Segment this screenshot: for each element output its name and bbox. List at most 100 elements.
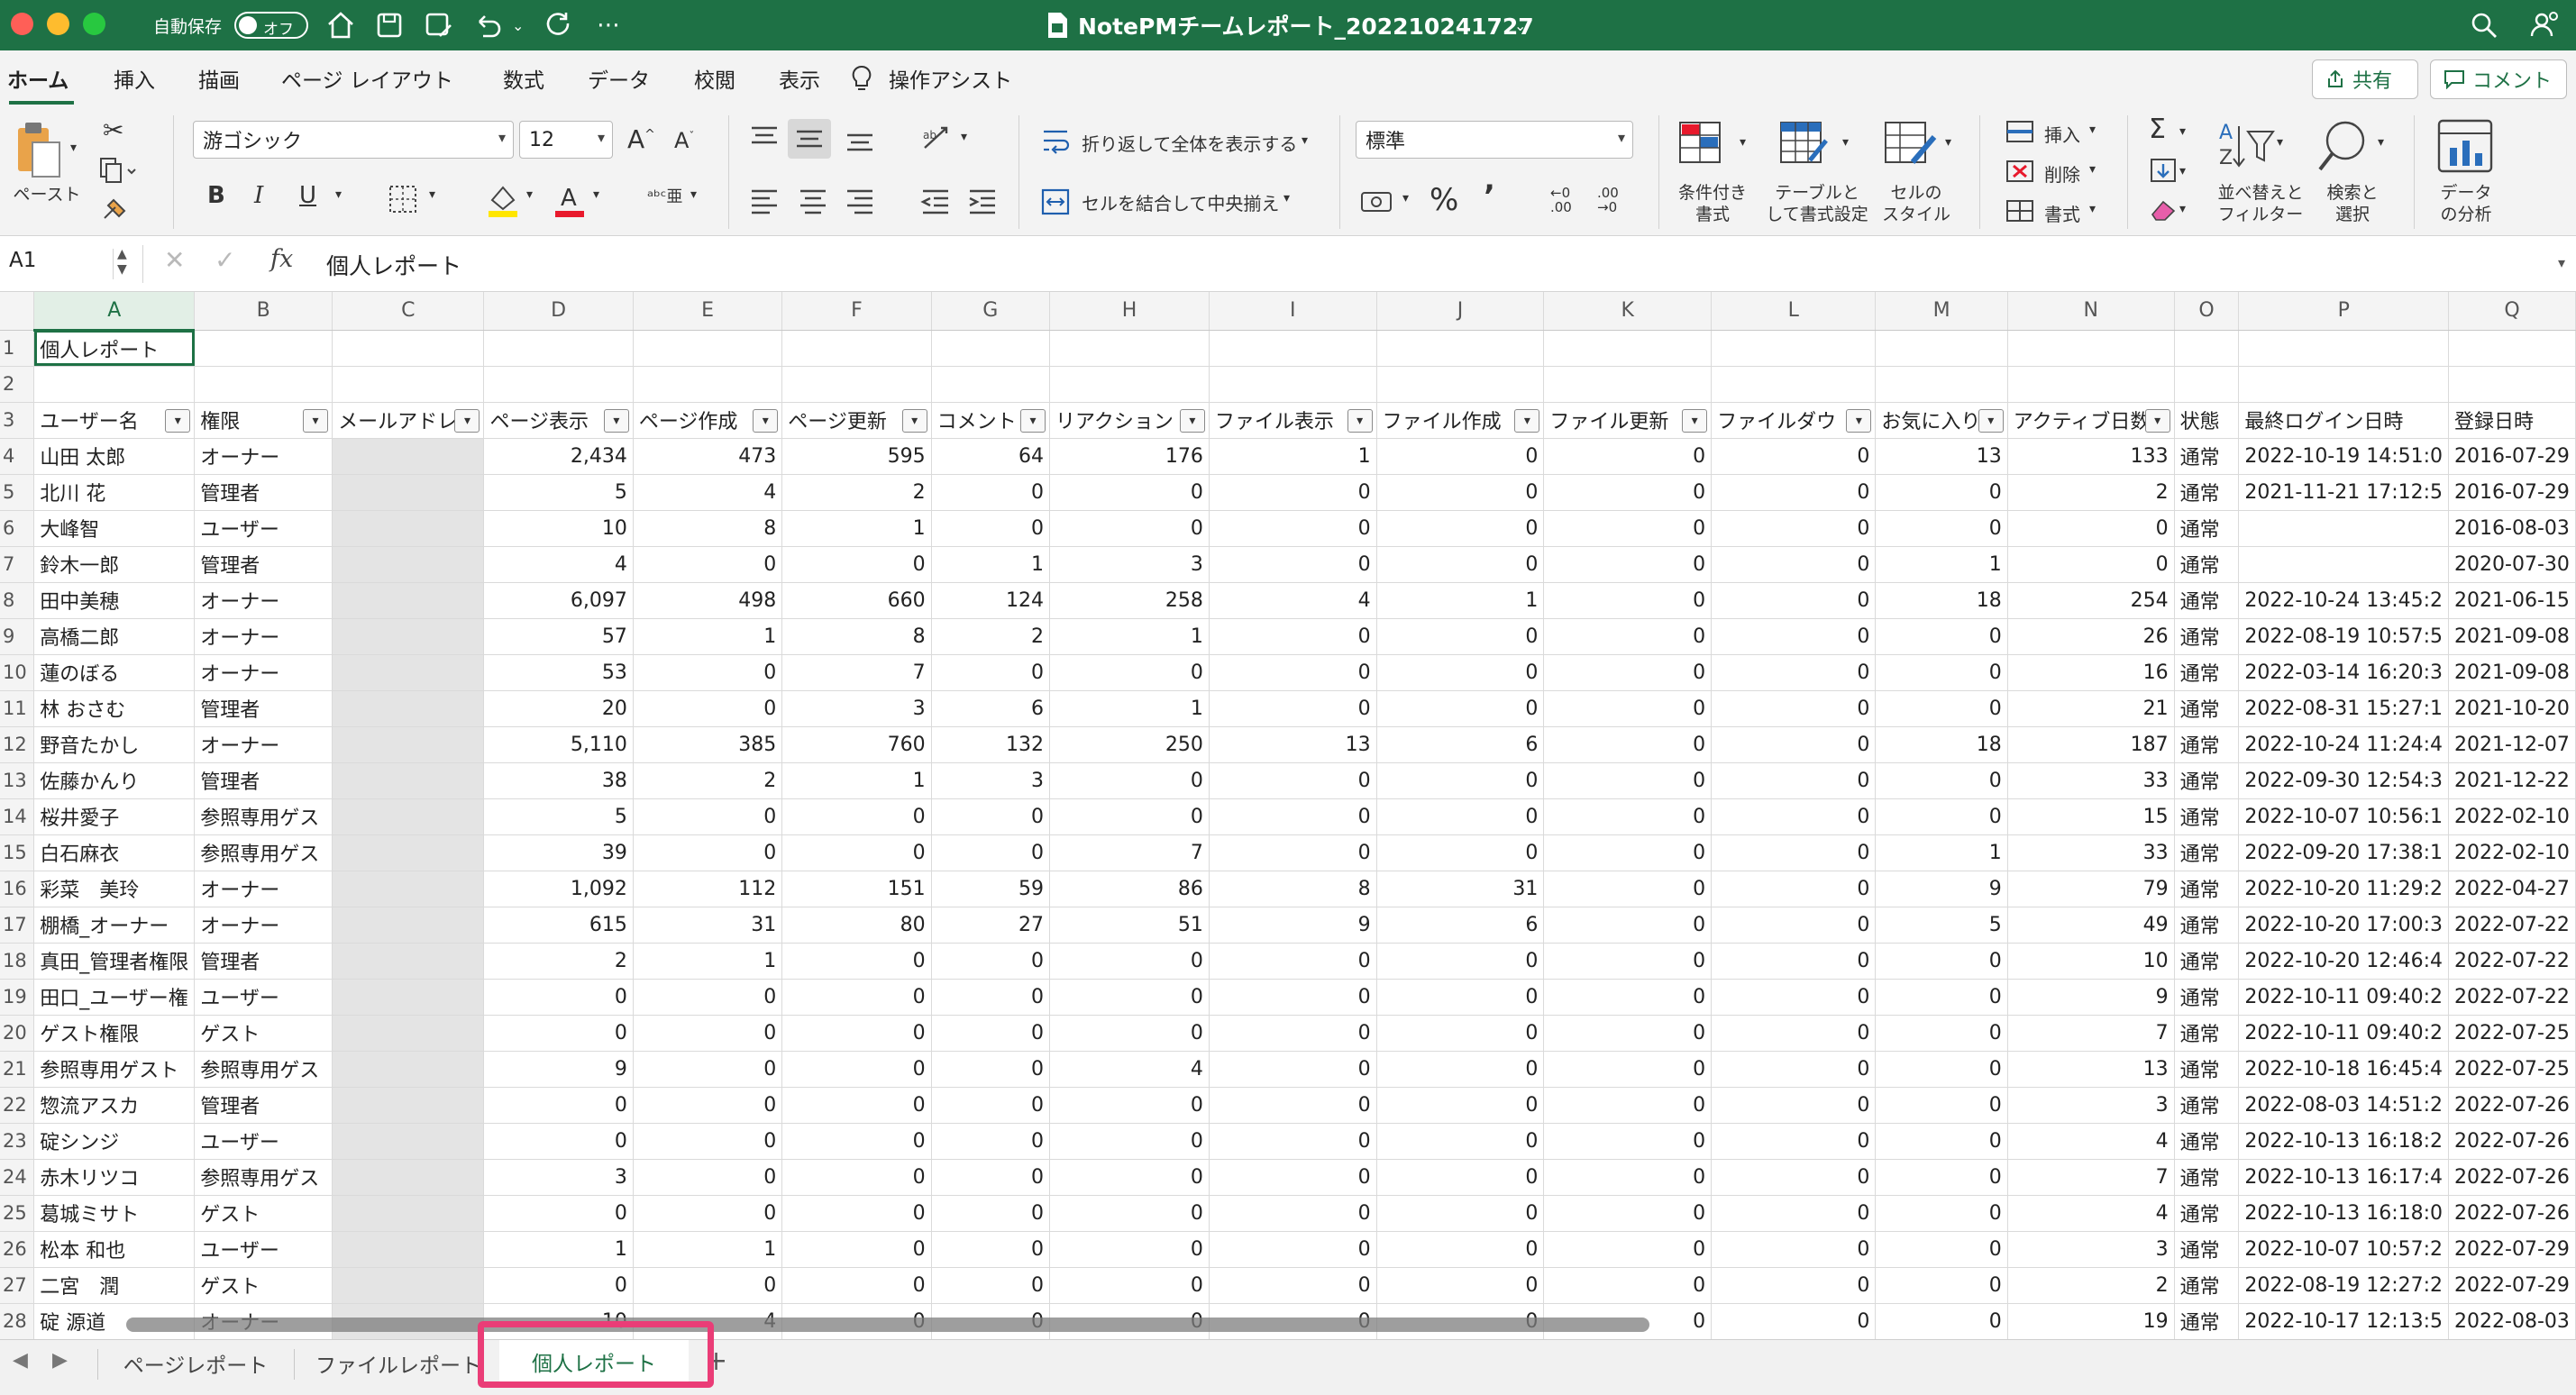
autosum-icon[interactable]: Σ — [2149, 114, 2166, 145]
cell[interactable] — [332, 330, 485, 367]
cell[interactable]: 通常 — [2174, 834, 2240, 871]
cell[interactable]: 0 — [1209, 654, 1377, 691]
conditional-formatting-label[interactable]: 条件付き 書式 — [1667, 182, 1758, 225]
cell[interactable]: 通常 — [2174, 762, 2240, 799]
sort-filter-dropdown-icon[interactable]: ▾ — [2277, 135, 2283, 150]
cell[interactable]: 0 — [1209, 546, 1377, 583]
cell[interactable]: 0 — [1376, 438, 1545, 475]
cell[interactable]: 0 — [1711, 943, 1877, 980]
cell[interactable]: 2,434 — [483, 438, 634, 475]
cell[interactable]: オーナー — [194, 871, 333, 907]
cell[interactable]: オーナー — [194, 438, 333, 475]
cell[interactable]: 0 — [633, 1015, 783, 1052]
email-cell-redacted[interactable] — [332, 438, 485, 475]
cell[interactable]: 0 — [1543, 979, 1713, 1016]
email-cell-redacted[interactable] — [332, 762, 485, 799]
orientation-dropdown-icon[interactable]: ▾ — [961, 130, 967, 144]
row-header[interactable]: 20 — [0, 1015, 35, 1052]
italic-button[interactable]: I — [254, 182, 263, 209]
filter-dropdown-icon[interactable]: ▾ — [454, 408, 480, 433]
cell[interactable]: 通常 — [2174, 438, 2240, 475]
cell[interactable]: 0 — [931, 1159, 1051, 1196]
cell[interactable]: 2022-09-30 12:54:3 — [2238, 762, 2450, 799]
cell[interactable] — [1711, 330, 1877, 367]
cell[interactable]: 0 — [483, 979, 634, 1016]
paste-icon[interactable] — [13, 119, 67, 182]
cell[interactable]: 2022-10-24 11:24:4 — [2238, 726, 2450, 763]
cell[interactable]: 0 — [1376, 510, 1545, 547]
cell[interactable]: 二宮 潤 — [33, 1267, 196, 1304]
cell[interactable]: 2021-09-08 — [2448, 654, 2576, 691]
cell[interactable]: 0 — [1376, 1087, 1545, 1124]
email-cell-redacted[interactable] — [332, 582, 485, 619]
cell[interactable]: 80 — [781, 907, 932, 944]
cell[interactable]: 0 — [1711, 907, 1877, 944]
cell[interactable]: 2022-08-19 12:27:2 — [2238, 1267, 2450, 1304]
increase-indent-icon[interactable] — [966, 186, 999, 218]
email-cell-redacted[interactable] — [332, 1015, 485, 1052]
merge-center-button[interactable]: セルを結合して中央揃え — [1082, 189, 1279, 215]
cell[interactable]: 北川 花 — [33, 474, 196, 511]
cell[interactable]: 0 — [1711, 1159, 1877, 1196]
tell-me-assist[interactable]: 操作アシスト — [889, 63, 1012, 94]
cell[interactable]: 1 — [781, 510, 932, 547]
email-cell-redacted[interactable] — [332, 1231, 485, 1268]
increase-decimal-icon[interactable]: ←0.00 — [1550, 186, 1572, 214]
cell[interactable]: 5,110 — [483, 726, 634, 763]
email-cell-redacted[interactable] — [332, 1267, 485, 1304]
delete-cells-button[interactable]: 削除 — [2044, 160, 2080, 187]
cell[interactable]: 野音たかし — [33, 726, 196, 763]
cell[interactable]: 2022-03-14 16:20:3 — [2238, 654, 2450, 691]
cell[interactable]: 1 — [931, 546, 1051, 583]
cell[interactable] — [931, 330, 1051, 367]
cell[interactable]: 0 — [1875, 510, 2008, 547]
cell[interactable]: 2022-10-11 09:40:2 — [2238, 979, 2450, 1016]
format-cells-icon[interactable] — [2005, 198, 2035, 223]
close-window-button[interactable] — [11, 13, 33, 35]
cell[interactable]: 3 — [931, 762, 1051, 799]
format-as-table-icon[interactable] — [1777, 119, 1832, 169]
email-cell-redacted[interactable] — [332, 474, 485, 511]
cell[interactable]: 通常 — [2174, 546, 2240, 583]
cell[interactable] — [332, 366, 485, 403]
cell[interactable]: 0 — [1875, 1231, 2008, 1268]
filter-dropdown-icon[interactable]: ▾ — [753, 408, 779, 433]
cell[interactable]: 4 — [633, 474, 783, 511]
cell[interactable]: 2022-08-31 15:27:1 — [2238, 690, 2450, 727]
cell[interactable] — [1875, 330, 2008, 367]
row-header[interactable]: 4 — [0, 438, 35, 475]
cell[interactable]: 0 — [1209, 798, 1377, 835]
cell[interactable]: 2022-10-20 17:00:3 — [2238, 907, 2450, 944]
find-select-icon[interactable] — [2315, 117, 2374, 177]
cell[interactable]: 佐藤かんり — [33, 762, 196, 799]
cell[interactable]: 0 — [1711, 510, 1877, 547]
cell[interactable]: 0 — [1711, 690, 1877, 727]
cell[interactable]: 2016-07-29 — [2448, 438, 2576, 475]
worksheet-grid[interactable]: ABCDEFGHIJKLMNOPQ 1 個人レポート 2 3 ユーザー名 ▾ 権限 ▾ メールア… — [0, 292, 2576, 1339]
wrap-text-button[interactable]: 折り返して全体を表示する — [1082, 130, 1297, 156]
cell[interactable] — [194, 366, 333, 403]
cell[interactable]: 0 — [633, 1087, 783, 1124]
filter-dropdown-icon[interactable]: ▾ — [1020, 408, 1046, 433]
cell[interactable]: 通常 — [2174, 1051, 2240, 1088]
cell[interactable]: 38 — [483, 762, 634, 799]
align-bottom-icon[interactable] — [844, 123, 876, 155]
cell[interactable]: 碇シンジ — [33, 1123, 196, 1160]
zoom-window-button[interactable] — [83, 13, 105, 35]
underline-dropdown-icon[interactable]: ▾ — [335, 187, 342, 202]
cell[interactable]: 0 — [1543, 474, 1713, 511]
column-title-cell[interactable]: お気に入り ▾ — [1875, 402, 2008, 439]
column-header[interactable]: L — [1711, 292, 1877, 331]
cell[interactable]: 管理者 — [194, 943, 333, 980]
row-header[interactable]: 7 — [0, 546, 35, 583]
cell[interactable]: 0 — [931, 798, 1051, 835]
cell[interactable]: 59 — [931, 871, 1051, 907]
row-header[interactable]: 18 — [0, 943, 35, 980]
cell[interactable]: 0 — [1049, 474, 1210, 511]
cell[interactable]: 1 — [1049, 618, 1210, 655]
cell[interactable]: 0 — [1543, 1123, 1713, 1160]
cell[interactable]: 0 — [1543, 798, 1713, 835]
cell[interactable]: ゲスト — [194, 1195, 333, 1232]
cell[interactable]: 0 — [1209, 1231, 1377, 1268]
minimize-window-button[interactable] — [47, 13, 69, 35]
